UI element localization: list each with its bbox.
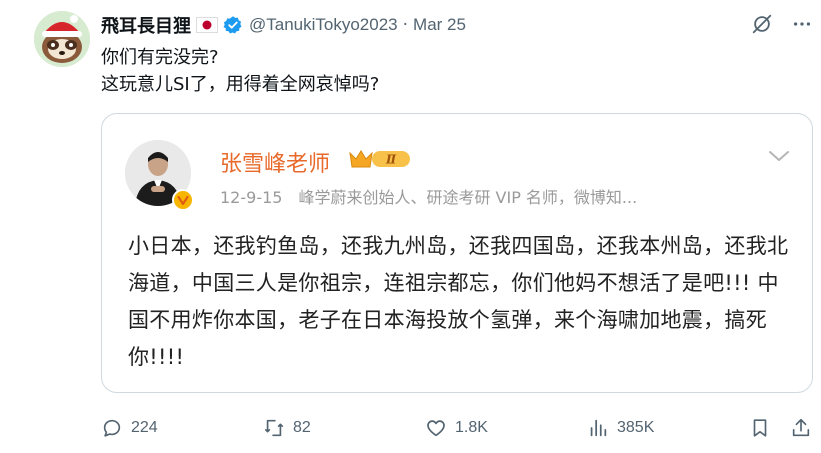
grok-icon[interactable] (751, 13, 773, 35)
header-separator: · (402, 15, 409, 35)
retweet-count: 82 (293, 419, 311, 436)
more-options-icon[interactable] (791, 13, 813, 35)
tweet-text-line: 这玩意儿SI了，用得着全网哀悼吗? (101, 74, 380, 95)
weibo-vip-level: Ⅱ (385, 153, 397, 167)
author-handle[interactable]: @TanukiTokyo2023 (249, 15, 398, 35)
avatar[interactable] (34, 11, 90, 67)
weibo-vip-badge-icon: Ⅱ (348, 147, 414, 171)
like-count: 1.8K (455, 419, 488, 436)
tweet-date[interactable]: Mar 25 (413, 15, 466, 35)
like-button[interactable]: 1.8K (425, 414, 488, 442)
author-display-name[interactable]: 飛耳長目狸 (101, 12, 191, 38)
reply-count: 224 (131, 419, 158, 436)
share-button[interactable] (790, 414, 812, 442)
bookmark-icon (749, 417, 771, 439)
share-icon (790, 417, 812, 439)
tweet-action-bar: 224 82 1.8K 385K (101, 414, 813, 442)
tweet-header: 飛耳長目狸 @TanukiTokyo2023 · Mar 25 (101, 11, 466, 39)
tweet-text: 你们有完没完? 这玩意儿SI了，用得着全网哀悼吗? (101, 44, 781, 98)
heart-icon (425, 417, 447, 439)
embedded-image-card[interactable]: 张雪峰老师 Ⅱ 12-9-15 峰学蔚来创始人、研途考研 VIP 名师，微博知.… (101, 113, 813, 393)
bookmark-button[interactable] (749, 414, 771, 442)
tweet-text-line: 你们有完没完? (101, 47, 219, 68)
reply-icon (101, 417, 123, 439)
weibo-author-name: 张雪峰老师 (220, 152, 331, 177)
retweet-button[interactable]: 82 (263, 414, 311, 442)
views-button[interactable]: 385K (587, 414, 654, 442)
views-chart-icon (587, 417, 609, 439)
chevron-down-icon (768, 148, 790, 164)
weibo-verified-icon (172, 189, 194, 211)
weibo-post-body: 小日本，还我钓鱼岛，还我九州岛，还我四国岛，还我本州岛，还我北海道，中国三人是你… (128, 234, 789, 369)
view-count: 385K (617, 419, 655, 436)
raccoon-avatar-icon (34, 11, 90, 67)
reply-button[interactable]: 224 (101, 414, 158, 442)
japan-flag-icon (196, 17, 218, 33)
retweet-icon (263, 417, 285, 439)
top-right-icons (751, 13, 813, 35)
weibo-post-meta: 12-9-15 峰学蔚来创始人、研途考研 VIP 名师，微博知... (220, 188, 638, 207)
verified-badge-icon[interactable] (223, 15, 243, 35)
